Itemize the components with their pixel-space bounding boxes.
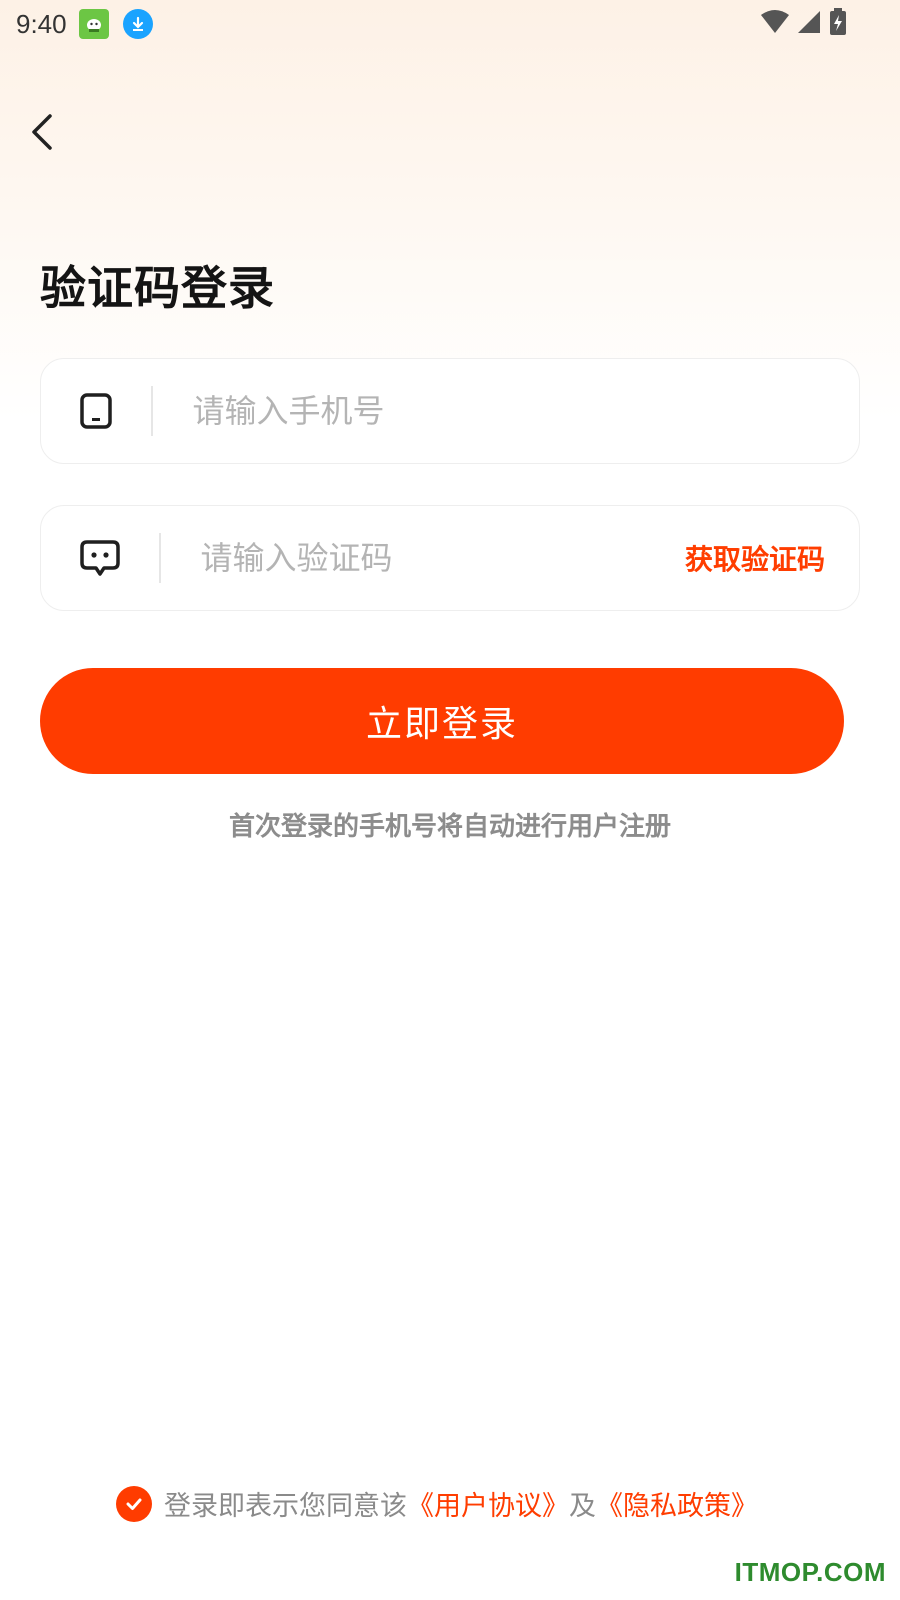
message-icon bbox=[41, 506, 159, 610]
verification-code-input[interactable] bbox=[200, 528, 685, 588]
code-field-divider bbox=[159, 533, 161, 583]
phone-field-divider bbox=[151, 386, 153, 436]
phone-field bbox=[40, 358, 860, 464]
back-button[interactable] bbox=[26, 108, 66, 156]
get-code-button[interactable]: 获取验证码 bbox=[685, 538, 825, 578]
watermark: ITMOP.COM bbox=[734, 1557, 886, 1587]
verification-code-field: 获取验证码 bbox=[40, 505, 860, 611]
wifi-icon bbox=[761, 10, 789, 33]
agreement-checkbox[interactable] bbox=[116, 1485, 152, 1522]
user-agreement-link[interactable]: 《用户协议》 bbox=[407, 1484, 569, 1523]
battery-icon bbox=[830, 8, 846, 35]
phone-icon bbox=[41, 359, 151, 463]
agreement-and: 及 bbox=[569, 1491, 596, 1522]
check-icon bbox=[126, 1498, 142, 1510]
status-bar: 9:40 bbox=[0, 0, 900, 48]
download-icon bbox=[122, 9, 153, 39]
page-title: 验证码登录 bbox=[40, 261, 275, 315]
status-time: 9:40 bbox=[16, 8, 67, 39]
agreement-row: 登录即表示您同意该 《用户协议》 及 《隐私政策》 bbox=[116, 1484, 758, 1523]
phone-input[interactable] bbox=[192, 381, 859, 441]
register-note: 首次登录的手机号将自动进行用户注册 bbox=[228, 812, 671, 842]
app-notification-icon bbox=[78, 9, 109, 39]
login-button[interactable]: 立即登录 bbox=[40, 668, 844, 774]
header-background bbox=[0, 0, 900, 420]
agreement-prefix: 登录即表示您同意该 bbox=[164, 1491, 407, 1522]
status-indicators bbox=[760, 8, 848, 36]
signal-icon bbox=[798, 11, 820, 33]
privacy-policy-link[interactable]: 《隐私政策》 bbox=[596, 1484, 758, 1523]
chevron-left-icon bbox=[32, 114, 52, 150]
